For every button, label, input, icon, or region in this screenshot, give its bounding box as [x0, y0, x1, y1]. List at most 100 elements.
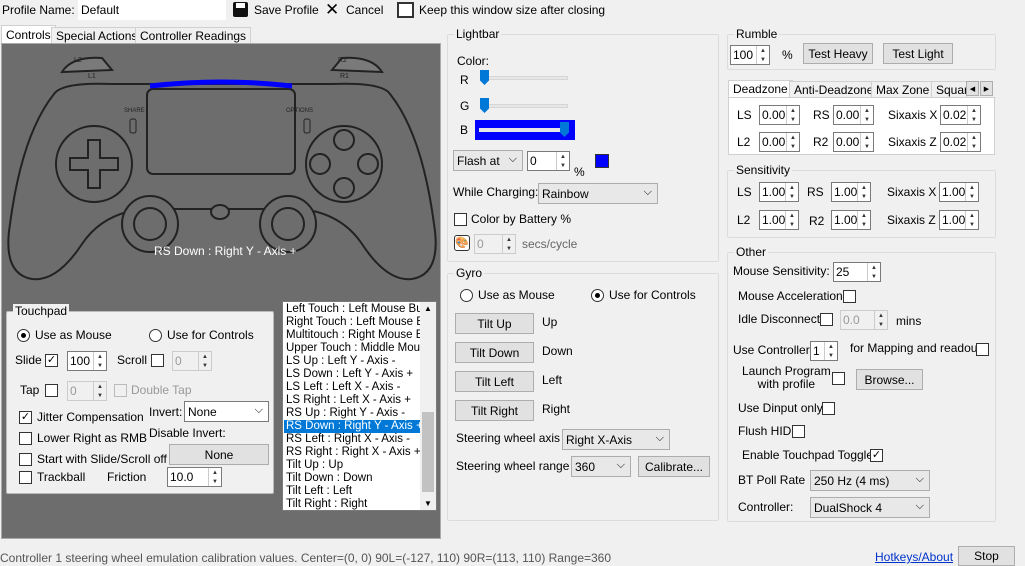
bt-poll-rate-dropdown[interactable]: 250 Hz (4 ms)	[810, 470, 930, 491]
mapping-list-item[interactable]: LS Down : Left Y - Axis +	[284, 368, 420, 381]
trackball-checkbox[interactable]	[19, 471, 32, 484]
mapping-list-item[interactable]: Tilt Left : Left	[284, 485, 420, 498]
tab-square[interactable]: Squar	[931, 81, 967, 98]
launch-program-checkbox[interactable]	[832, 372, 845, 385]
dz-sx-stepper[interactable]: 0.02 ▲ ▼	[940, 105, 981, 125]
save-profile-button[interactable]: Save Profile	[254, 3, 319, 17]
status-text: Controller 1 steering wheel emulation ca…	[0, 551, 612, 565]
slide-stepper[interactable]: 100 ▲ ▼	[67, 351, 107, 371]
scroll-stepper[interactable]: 0 ▲ ▼	[172, 351, 212, 371]
touchpad-use-mouse-radio[interactable]	[17, 329, 30, 342]
steering-range-dropdown[interactable]: 360	[571, 456, 631, 477]
for-mapping-checkbox[interactable]	[976, 343, 989, 356]
dz-l2-stepper[interactable]: 0.00 ▲ ▼	[759, 132, 800, 152]
browse-button[interactable]: Browse...	[856, 369, 923, 390]
gyro-use-controls-radio[interactable]	[591, 289, 604, 302]
gyro-use-mouse-radio[interactable]	[460, 289, 473, 302]
tab-max-zone[interactable]: Max Zone	[871, 81, 935, 98]
color-by-battery-checkbox[interactable]	[454, 213, 467, 226]
mapping-list-item[interactable]: Multitouch : Right Mouse Bu	[284, 329, 420, 342]
test-heavy-button[interactable]: Test Heavy	[803, 43, 873, 64]
tab-controller-readings[interactable]: Controller Readings	[135, 27, 252, 44]
green-slider[interactable]	[480, 104, 568, 108]
mapping-list-item[interactable]: Tilt Right : Right	[284, 498, 420, 510]
sens-sz-label: Sixaxis Z	[887, 213, 936, 227]
cancel-button[interactable]: Cancel	[346, 3, 383, 17]
flash-dropdown[interactable]: Flash at	[453, 150, 523, 171]
mouse-sensitivity-stepper[interactable]: 25 ▲ ▼	[833, 262, 881, 282]
flash-stepper[interactable]: 0 ▲ ▼	[527, 151, 570, 171]
rumble-stepper[interactable]: 100 ▲ ▼	[730, 45, 770, 65]
mouse-acceleration-checkbox[interactable]	[843, 290, 856, 303]
dz-sz-stepper[interactable]: 0.02 ▲ ▼	[940, 132, 981, 152]
slide-checkbox[interactable]: ✓	[45, 354, 58, 367]
sens-sz-stepper[interactable]: 1.00 ▲ ▼	[939, 210, 979, 230]
sens-r2-stepper[interactable]: 1.00 ▲ ▼	[831, 210, 871, 230]
red-slider[interactable]	[480, 76, 568, 80]
lower-right-checkbox[interactable]	[19, 432, 32, 445]
tilt-up-button[interactable]: Tilt Up	[455, 313, 534, 334]
mapping-list-item[interactable]: RS Left : Right X - Axis -	[284, 433, 420, 446]
mapping-list-item[interactable]: RS Down : Right Y - Axis +	[284, 420, 420, 433]
mapping-list-item[interactable]: Right Touch : Left Mouse Bu	[284, 316, 420, 329]
palette-icon[interactable]: 🎨	[454, 235, 470, 251]
calibrate-button[interactable]: Calibrate...	[638, 456, 710, 477]
hotkeys-about-link[interactable]: Hotkeys/About	[875, 550, 953, 564]
touchpad-use-controls-radio[interactable]	[149, 329, 162, 342]
mapping-list-item[interactable]: RS Up : Right Y - Axis -	[284, 407, 420, 420]
red-slider-thumb[interactable]	[480, 70, 489, 85]
mapping-list-item[interactable]: LS Up : Left Y - Axis -	[284, 355, 420, 368]
use-dinput-checkbox[interactable]	[822, 402, 835, 415]
flush-hid-checkbox[interactable]	[792, 425, 805, 438]
mapping-list-item[interactable]: LS Left : Left X - Axis -	[284, 381, 420, 394]
profile-name-input[interactable]: Default	[78, 0, 226, 20]
tap-stepper[interactable]: 0 ▲ ▼	[67, 381, 107, 401]
dz-ls-stepper[interactable]: 0.00 ▲ ▼	[759, 105, 800, 125]
sens-sx-stepper[interactable]: 1.00 ▲ ▼	[939, 182, 979, 202]
disable-invert-button[interactable]: None	[169, 444, 269, 465]
mapping-list-item[interactable]: Upper Touch : Middle Mouse	[284, 342, 420, 355]
use-dinput-label: Use Dinput only	[738, 401, 823, 415]
secs-cycle-stepper[interactable]: 0 ▲ ▼	[474, 234, 516, 254]
tilt-left-button[interactable]: Tilt Left	[455, 371, 534, 392]
tab-scroll-left[interactable]: ◀	[966, 81, 979, 96]
enable-touchpad-toggle-checkbox[interactable]: ✓	[870, 449, 883, 462]
tab-special-actions[interactable]: Special Actions	[51, 27, 143, 44]
dz-rs-stepper[interactable]: 0.00 ▲ ▼	[833, 105, 874, 125]
stop-button[interactable]: Stop	[958, 546, 1015, 566]
idle-disconnect-checkbox[interactable]	[820, 313, 833, 326]
tilt-down-button[interactable]: Tilt Down	[455, 342, 534, 363]
sens-ls-stepper[interactable]: 1.00 ▲ ▼	[759, 182, 799, 202]
mapping-list-item[interactable]: LS Right : Left X - Axis +	[284, 394, 420, 407]
tab-deadzone[interactable]: Deadzone	[728, 80, 793, 98]
dz-r2-stepper[interactable]: 0.00 ▲ ▼	[833, 132, 874, 152]
scroll-checkbox[interactable]	[151, 354, 164, 367]
friction-stepper[interactable]: 10.0 ▲ ▼	[167, 467, 222, 487]
sens-rs-stepper[interactable]: 1.00 ▲ ▼	[831, 182, 871, 202]
mapping-list-item[interactable]: Left Touch : Left Mouse Butt	[284, 303, 420, 316]
invert-dropdown[interactable]: None	[184, 401, 269, 422]
controller-number-stepper[interactable]: 1 ▲ ▼	[810, 341, 838, 361]
keep-window-size-option[interactable]: Keep this window size after closing	[419, 3, 605, 17]
jitter-checkbox[interactable]: ✓	[19, 411, 32, 424]
mapping-list-item[interactable]: RS Right : Right X - Axis +	[284, 446, 420, 459]
sens-l2-stepper[interactable]: 1.00 ▲ ▼	[759, 210, 799, 230]
double-tap-checkbox[interactable]	[114, 384, 127, 397]
charging-dropdown[interactable]: Rainbow	[538, 183, 658, 204]
tab-controls[interactable]: Controls	[1, 25, 56, 44]
green-slider-thumb[interactable]	[480, 98, 489, 113]
start-slide-checkbox[interactable]	[19, 453, 32, 466]
tab-scroll-right[interactable]: ▶	[980, 81, 993, 96]
steering-axis-dropdown[interactable]: Right X-Axis	[562, 429, 670, 450]
tap-checkbox[interactable]	[45, 384, 58, 397]
test-light-button[interactable]: Test Light	[883, 43, 953, 64]
mapping-list-scrollbar[interactable]: ▲ ▼	[420, 302, 436, 510]
mapping-list-item[interactable]: Tilt Up : Up	[284, 459, 420, 472]
idle-disconnect-stepper[interactable]: 0.0 ▲ ▼	[840, 310, 888, 330]
color-swatch[interactable]	[595, 154, 609, 168]
tab-anti-deadzone[interactable]: Anti-Deadzone	[789, 81, 879, 98]
controller-type-dropdown[interactable]: DualShock 4	[810, 497, 930, 518]
tilt-right-button[interactable]: Tilt Right	[455, 400, 534, 421]
mapping-list-item[interactable]: Tilt Down : Down	[284, 472, 420, 485]
sens-l2-label: L2	[737, 213, 751, 227]
